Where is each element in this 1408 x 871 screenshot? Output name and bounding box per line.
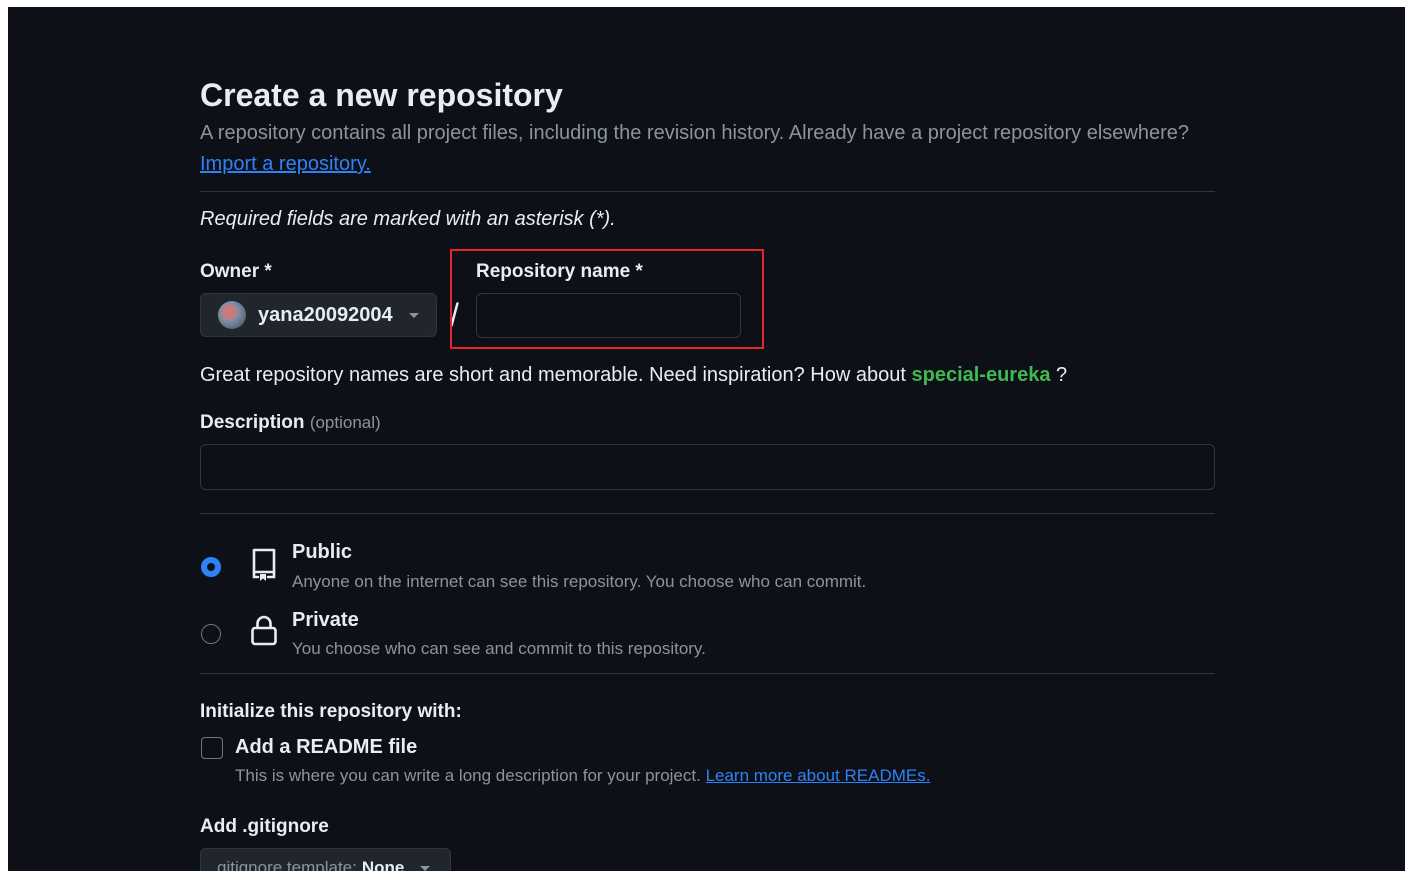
suggested-name[interactable]: special-eureka [911, 364, 1050, 386]
radio-private[interactable] [201, 624, 221, 644]
chevron-down-icon [408, 312, 419, 318]
divider [200, 673, 1215, 674]
description-label-text: Description [200, 412, 305, 433]
owner-select[interactable]: yana20092004 [200, 293, 437, 337]
suggestion-suffix: ? [1050, 364, 1068, 386]
description-input[interactable] [200, 444, 1215, 490]
gitignore-template-value: None [361, 858, 405, 871]
page-subtitle: A repository contains all project files,… [200, 122, 1190, 144]
avatar [218, 301, 246, 329]
page-frame: Create a new repository A repository con… [8, 7, 1405, 871]
owner-name: yana20092004 [258, 303, 393, 326]
owner-label: Owner * [200, 261, 272, 282]
lock-icon [251, 615, 277, 646]
initialize-heading: Initialize this repository with: [200, 701, 462, 722]
readme-checkbox[interactable] [201, 737, 223, 759]
readme-description: This is where you can write a long descr… [235, 766, 930, 786]
readme-description-text: This is where you can write a long descr… [235, 766, 701, 785]
public-description: Anyone on the internet can see this repo… [292, 572, 867, 591]
gitignore-template-prefix: gitignore template: [217, 858, 357, 871]
import-repository-link[interactable]: Import a repository. [200, 153, 371, 176]
page-title: Create a new repository [200, 77, 563, 113]
private-title: Private [292, 609, 359, 631]
description-label: Description (optional) [200, 412, 381, 434]
required-fields-note: Required fields are marked with an aster… [200, 208, 616, 230]
divider [200, 513, 1215, 514]
divider [200, 191, 1215, 192]
repo-icon [252, 548, 276, 581]
name-suggestion: Great repository names are short and mem… [200, 364, 1067, 387]
private-description: You choose who can see and commit to thi… [292, 639, 706, 658]
highlight-box [450, 249, 764, 349]
readme-title: Add a README file [235, 736, 418, 758]
gitignore-template-select[interactable]: gitignore template: None [200, 848, 451, 871]
optional-tag: (optional) [309, 413, 381, 432]
public-title: Public [292, 541, 353, 563]
suggestion-text: Great repository names are short and mem… [200, 364, 906, 386]
learn-more-readmes-link[interactable]: Learn more about READMEs. [706, 766, 931, 785]
chevron-down-icon [420, 865, 431, 871]
gitignore-label: Add .gitignore [200, 816, 329, 837]
radio-public[interactable] [201, 557, 221, 577]
